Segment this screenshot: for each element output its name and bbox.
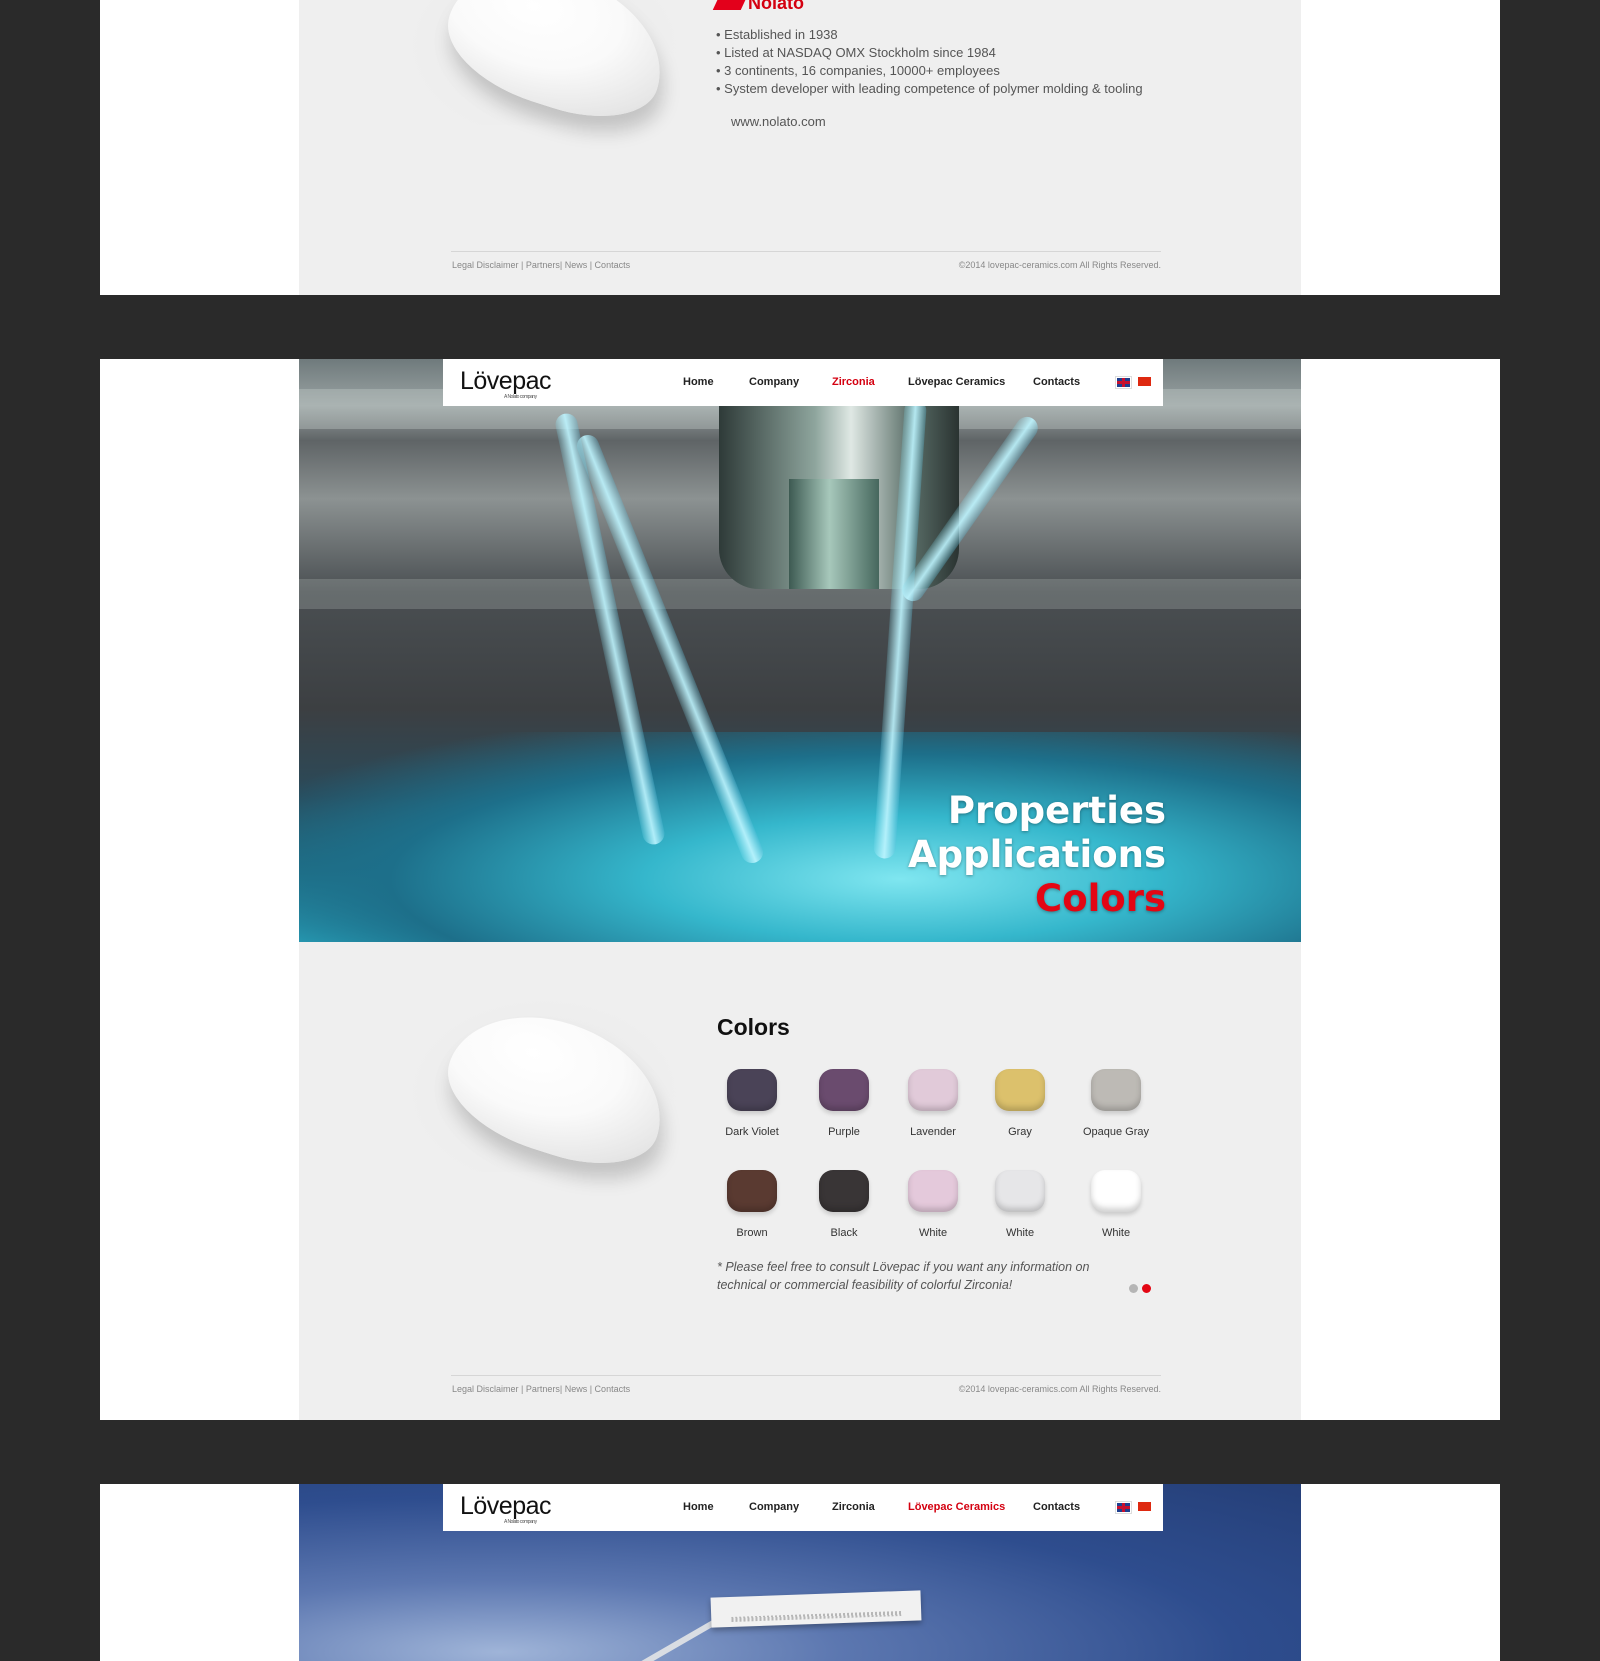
nav-company[interactable]: Company bbox=[749, 376, 799, 388]
color-swatch bbox=[819, 1069, 869, 1111]
china-flag-icon[interactable] bbox=[1138, 1502, 1151, 1511]
nolato-logo: Nolato bbox=[712, 0, 804, 13]
nolato-logo-mark bbox=[712, 0, 748, 10]
consult-note: * Please feel free to consult Lövepac if… bbox=[717, 1260, 1090, 1292]
lovepac-logo[interactable]: Lövepac A Nolato company bbox=[460, 367, 552, 400]
hero-link-colors[interactable]: Colors bbox=[908, 877, 1166, 921]
color-swatch-item[interactable]: Purple bbox=[804, 1069, 884, 1138]
color-swatch-item[interactable]: Dark Violet bbox=[712, 1069, 792, 1138]
color-swatch bbox=[1091, 1069, 1141, 1111]
color-swatch-label: Dark Violet bbox=[725, 1126, 779, 1138]
pager-dot-active[interactable] bbox=[1142, 1284, 1151, 1293]
color-swatch bbox=[908, 1170, 958, 1212]
color-swatch-item[interactable]: White bbox=[1076, 1170, 1156, 1239]
nav-zirconia[interactable]: Zirconia bbox=[832, 1501, 875, 1513]
top-navbar: Lövepac A Nolato company Home Company Zi… bbox=[443, 359, 1163, 406]
nav-lovepac-ceramics[interactable]: Lövepac Ceramics bbox=[908, 376, 1005, 388]
hero-section-menu: Properties Applications Colors bbox=[908, 789, 1166, 921]
uk-flag-icon[interactable] bbox=[1115, 1501, 1132, 1514]
color-swatch bbox=[908, 1069, 958, 1111]
nav-company[interactable]: Company bbox=[749, 1501, 799, 1513]
product-image bbox=[407, 992, 682, 1184]
nolato-logo-text: Nolato bbox=[748, 0, 804, 13]
footer-links[interactable]: Legal Disclaimer | Partners| News | Cont… bbox=[452, 260, 630, 270]
fact-item: 3 continents, 16 companies, 10000+ emplo… bbox=[716, 62, 1143, 80]
nolato-website-link[interactable]: www.nolato.com bbox=[731, 114, 826, 129]
lovepac-ceramics-panel: Lövepac A Nolato company Home Company Zi… bbox=[100, 1484, 1500, 1661]
logo-text: Lövepac bbox=[460, 367, 552, 395]
nav-home[interactable]: Home bbox=[683, 1501, 714, 1513]
china-flag-icon[interactable] bbox=[1138, 377, 1151, 386]
color-swatch-item[interactable]: Gray bbox=[980, 1069, 1060, 1138]
logo-text: Lövepac bbox=[460, 1492, 552, 1520]
nav-home[interactable]: Home bbox=[683, 376, 714, 388]
color-swatch bbox=[995, 1170, 1045, 1212]
top-navbar: Lövepac A Nolato company Home Company Zi… bbox=[443, 1484, 1163, 1531]
lovepac-logo[interactable]: Lövepac A Nolato company bbox=[460, 1492, 552, 1525]
fact-item: Established in 1938 bbox=[716, 26, 1143, 44]
footer-copyright: ©2014 lovepac-ceramics.com All Rights Re… bbox=[958, 1384, 1161, 1394]
section-title: Colors bbox=[717, 1014, 790, 1040]
footer-copyright: ©2014 lovepac-ceramics.com All Rights Re… bbox=[958, 260, 1161, 270]
color-swatch bbox=[995, 1069, 1045, 1111]
color-swatch-label: Lavender bbox=[910, 1126, 956, 1138]
zirconia-content: Properties Applications Colors Lövepac A… bbox=[299, 359, 1301, 1420]
color-swatch-label: White bbox=[1101, 1227, 1131, 1239]
color-swatch-label: Gray bbox=[1008, 1126, 1032, 1138]
nolato-panel: Nolato Established in 1938 Listed at NAS… bbox=[100, 0, 1500, 295]
color-swatch-item[interactable]: Black bbox=[804, 1170, 884, 1239]
nav-lovepac-ceramics[interactable]: Lövepac Ceramics bbox=[908, 1501, 1005, 1513]
color-swatch-item[interactable]: Lavender bbox=[893, 1069, 973, 1138]
nav-contacts[interactable]: Contacts bbox=[1033, 376, 1080, 388]
logo-tagline: A Nolato company bbox=[504, 1519, 537, 1525]
company-facts: Established in 1938 Listed at NASDAQ OMX… bbox=[716, 26, 1143, 98]
footer-links[interactable]: Legal Disclaimer | Partners| News | Cont… bbox=[452, 1384, 630, 1394]
footer-divider bbox=[451, 251, 1161, 252]
hero-link-applications[interactable]: Applications bbox=[908, 833, 1166, 877]
color-swatch bbox=[1091, 1170, 1141, 1212]
color-swatch-label: White bbox=[918, 1227, 948, 1239]
fact-item: Listed at NASDAQ OMX Stockholm since 198… bbox=[716, 44, 1143, 62]
nav-contacts[interactable]: Contacts bbox=[1033, 1501, 1080, 1513]
hero-link-properties[interactable]: Properties bbox=[908, 789, 1166, 833]
color-swatch-label: Opaque Gray bbox=[1082, 1126, 1150, 1138]
nav-zirconia[interactable]: Zirconia bbox=[832, 376, 875, 388]
color-swatch-item[interactable]: Brown bbox=[712, 1170, 792, 1239]
color-swatch-item[interactable]: Opaque Gray bbox=[1076, 1069, 1156, 1138]
hero-banner: Properties Applications Colors bbox=[299, 359, 1301, 942]
ceramic-strip-image bbox=[710, 1590, 922, 1628]
color-swatch-item[interactable]: White bbox=[980, 1170, 1060, 1239]
color-swatch-label: Black bbox=[830, 1227, 858, 1239]
logo-tagline: A Nolato company bbox=[504, 394, 537, 400]
product-image bbox=[407, 0, 682, 137]
ceramics-hero: Lövepac A Nolato company Home Company Zi… bbox=[299, 1484, 1301, 1661]
color-swatch bbox=[727, 1170, 777, 1212]
pager-dot[interactable] bbox=[1129, 1284, 1138, 1293]
zirconia-colors-panel: Properties Applications Colors Lövepac A… bbox=[100, 359, 1500, 1420]
footer-divider bbox=[451, 1375, 1161, 1376]
fact-item: System developer with leading competence… bbox=[716, 80, 1142, 98]
color-swatch-label: Brown bbox=[736, 1227, 768, 1239]
uk-flag-icon[interactable] bbox=[1115, 376, 1132, 389]
nolato-content: Nolato Established in 1938 Listed at NAS… bbox=[299, 0, 1301, 295]
color-swatch-item[interactable]: White bbox=[893, 1170, 973, 1239]
color-swatch bbox=[819, 1170, 869, 1212]
pager-dots bbox=[1129, 1284, 1151, 1293]
color-swatch-label: White bbox=[1005, 1227, 1035, 1239]
color-swatch-label: Purple bbox=[828, 1126, 860, 1138]
color-swatch bbox=[727, 1069, 777, 1111]
